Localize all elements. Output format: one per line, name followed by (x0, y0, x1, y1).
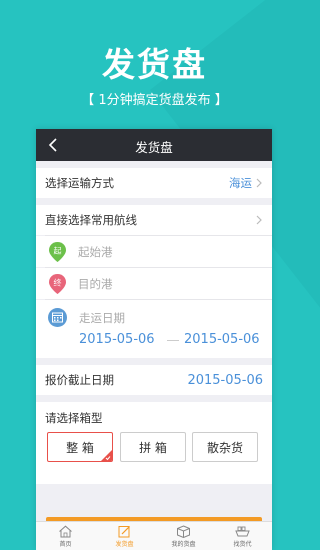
transport-row[interactable]: 选择运输方式 海运 (36, 168, 272, 198)
tab-label: 找货代 (233, 541, 252, 548)
calendar-icon (48, 308, 67, 327)
origin-port-row[interactable]: 起 起始港 (36, 236, 272, 267)
tab-label: 发货盘 (115, 541, 134, 548)
ship-icon (235, 526, 250, 537)
dest-pin-icon: 终 (48, 273, 67, 295)
shipping-date-start[interactable]: 2015-05-06 (79, 332, 155, 347)
tab-ship-goods[interactable]: 发货盘 (95, 522, 154, 550)
tab-find-agent[interactable]: 找货代 (213, 522, 272, 550)
box-type-section: 请选择箱型 整 箱 拼 箱 散杂货 (36, 402, 272, 484)
check-icon (105, 456, 111, 461)
promo-header: 发货盘 【 1分钟搞定货盘发布 】 (0, 0, 309, 125)
dest-pin-text: 终 (54, 277, 62, 287)
tabbar: 首页 发货盘 我的货盘 找货代 (36, 521, 272, 550)
box-option-lcl[interactable]: 拼 箱 (120, 432, 186, 462)
deadline-value[interactable]: 2015-05-06 (187, 373, 263, 388)
tab-label: 我的货盘 (171, 541, 196, 548)
chevron-right-icon (256, 178, 262, 188)
origin-pin-text: 起 (54, 246, 62, 255)
chevron-right-icon (256, 215, 262, 225)
common-route-row[interactable]: 直接选择常用航线 (36, 205, 272, 235)
origin-pin-icon: 起 (48, 241, 67, 263)
deadline-label: 报价截止日期 (45, 373, 114, 387)
edit-icon (118, 526, 130, 538)
box-type-title: 请选择箱型 (45, 411, 103, 425)
tab-my-goods[interactable]: 我的货盘 (154, 522, 213, 550)
origin-port-input[interactable]: 起始港 (78, 244, 113, 260)
box-option-label: 整 箱 (66, 440, 94, 455)
shipping-date-block[interactable]: 走运日期 2015-05-06 2015-05-06 (36, 300, 272, 358)
shipping-date-label: 走运日期 (79, 311, 125, 325)
box-option-full[interactable]: 整 箱 (47, 432, 113, 462)
common-route-label: 直接选择常用航线 (45, 213, 137, 227)
tab-label: 首页 (59, 541, 72, 548)
box-option-label: 散杂货 (206, 440, 243, 455)
tab-home[interactable]: 首页 (36, 522, 95, 550)
box-icon (177, 525, 190, 538)
dest-port-row[interactable]: 终 目的港 (36, 268, 272, 299)
promo-subtitle: 【 1分钟搞定货盘发布 】 (81, 93, 228, 108)
dest-port-input[interactable]: 目的港 (78, 276, 113, 292)
shipping-date-end[interactable]: 2015-05-06 (184, 332, 260, 347)
promo-title: 发货盘 (102, 45, 207, 84)
box-option-label: 拼 箱 (139, 440, 167, 455)
date-separator (167, 340, 179, 341)
page-title: 发货盘 (135, 140, 173, 155)
box-option-bulk[interactable]: 散杂货 (192, 432, 258, 462)
navbar: 发货盘 (36, 129, 272, 161)
transport-value: 海运 (229, 176, 252, 190)
home-icon (59, 525, 72, 538)
phone-screen: 发货盘 选择运输方式 海运 直接选择常用航线 起 起始港 终 目的港 走运日期 … (36, 129, 272, 550)
transport-label: 选择运输方式 (45, 176, 114, 190)
deadline-row[interactable]: 报价截止日期 2015-05-06 (36, 365, 272, 395)
